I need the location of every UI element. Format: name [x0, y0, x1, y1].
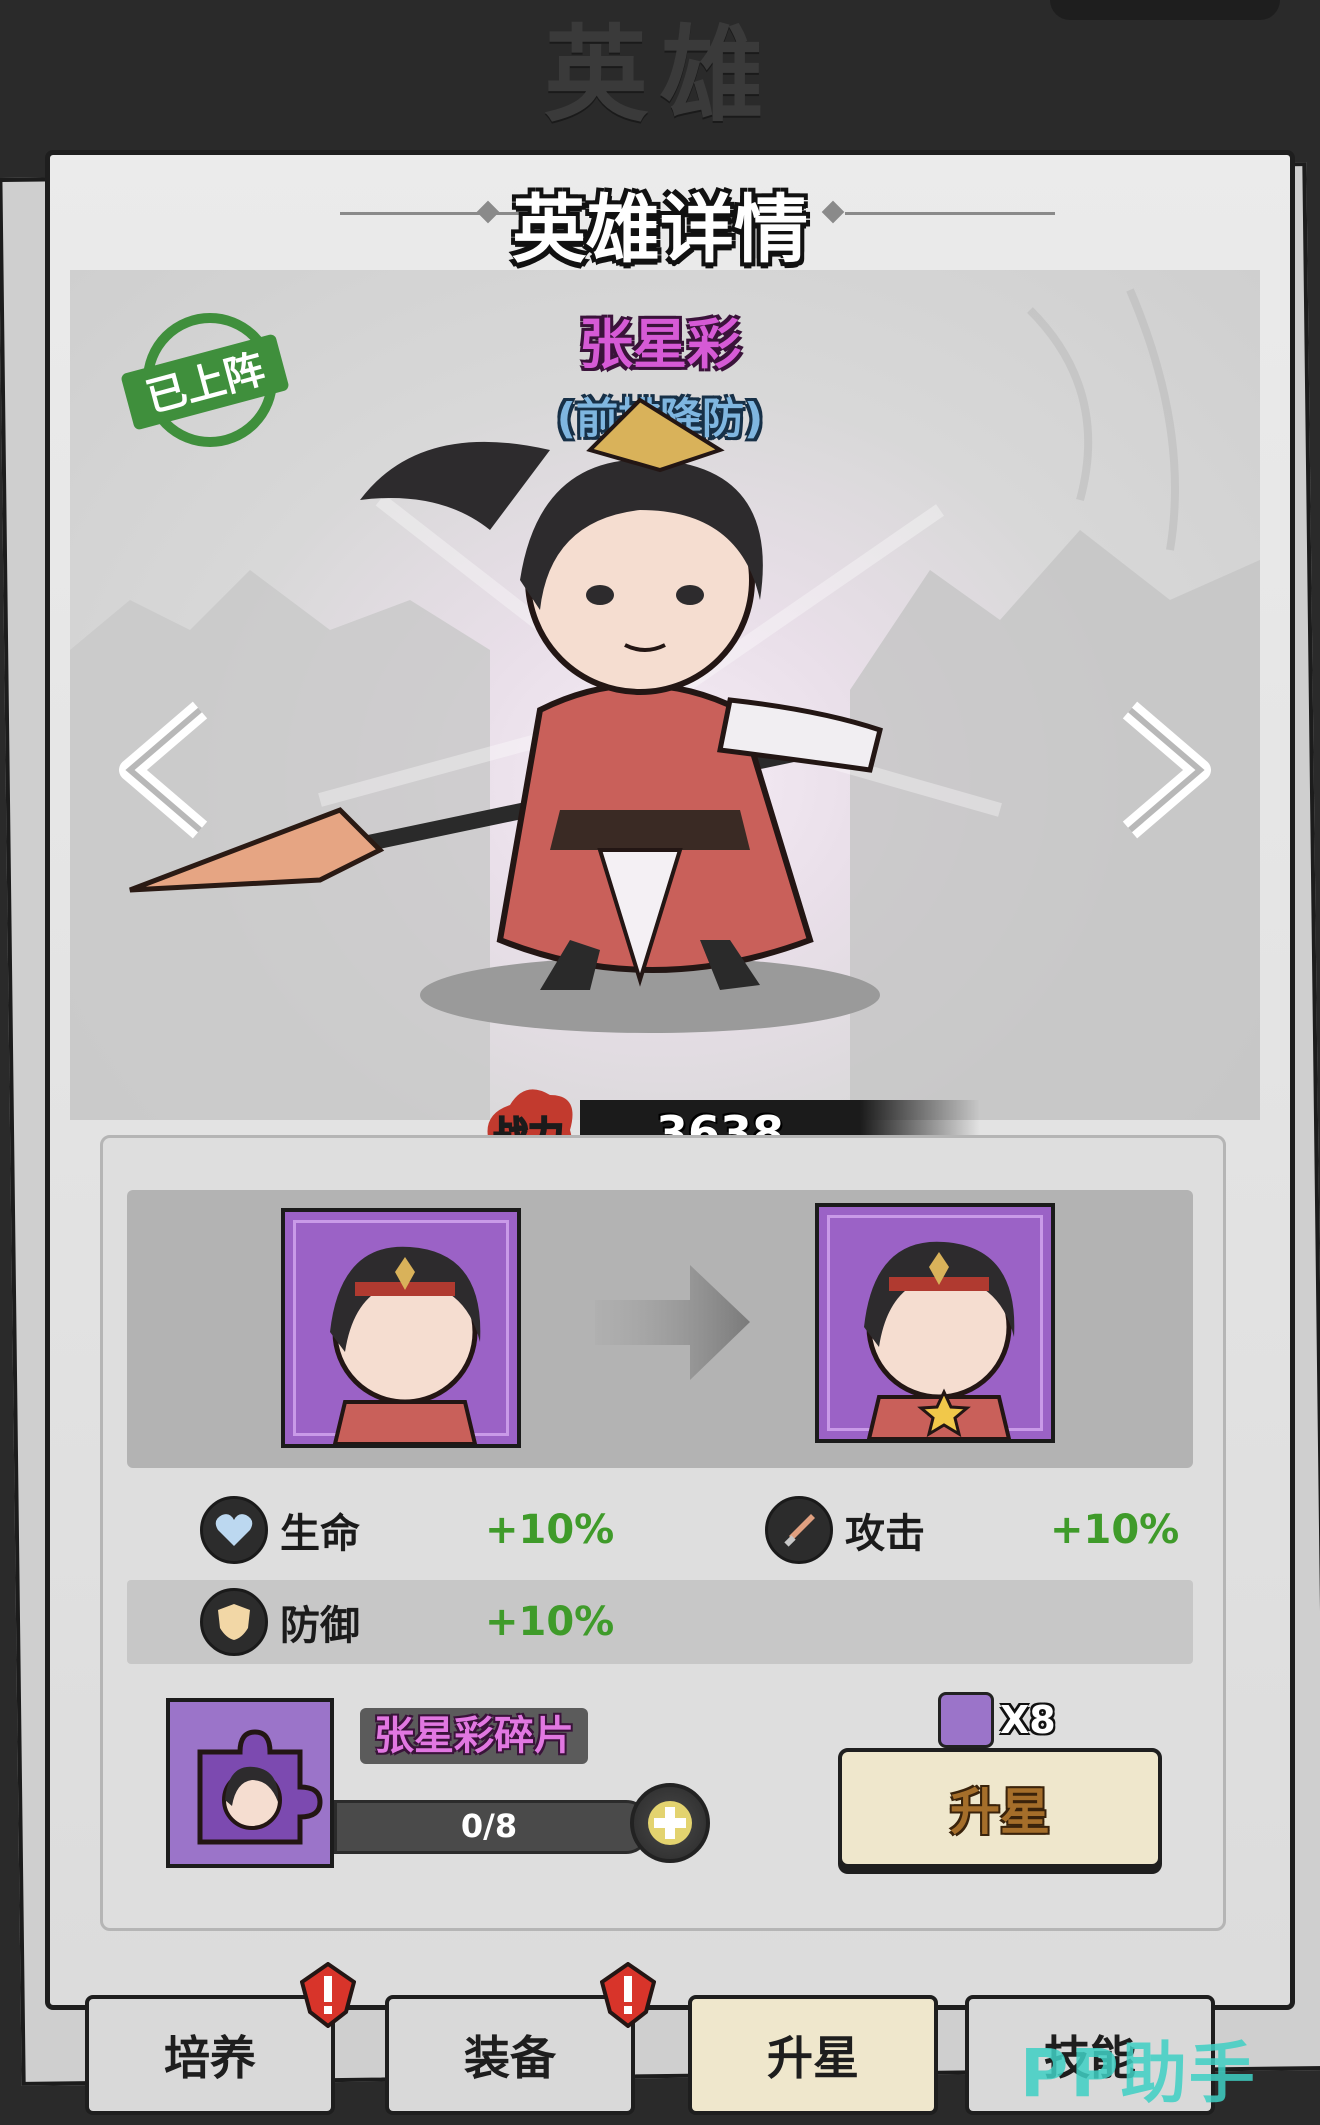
tab-train[interactable]: 培养	[85, 1995, 335, 2115]
tab-train-label: 培养	[164, 2031, 256, 2085]
tab-star-up-label: 升星	[767, 2031, 859, 2085]
shield-icon	[200, 1588, 268, 1656]
hero-name: 张星彩	[579, 313, 741, 376]
stat-defense-label: 防御	[280, 1603, 360, 1649]
tab-equipment[interactable]: 装备	[385, 1995, 635, 2115]
stat-defense-value: +10%	[485, 1599, 615, 1645]
star-up-cost: X8	[938, 1690, 1056, 1750]
tab-equipment-label: 装备	[464, 2031, 556, 2085]
stat-hp: 生命 +10%	[200, 1495, 614, 1565]
train-alert-icon	[300, 1962, 356, 2028]
top-right-menu-pill[interactable]	[1050, 0, 1280, 20]
shard-progress-text: 0/8	[460, 1807, 518, 1845]
stat-defense: 防御 +10%	[200, 1587, 614, 1657]
shard-name: 张星彩碎片	[360, 1708, 588, 1764]
star-up-button[interactable]: 升星	[838, 1748, 1162, 1868]
current-star-portrait	[281, 1208, 521, 1448]
panel-title: 英雄详情	[512, 187, 808, 273]
sword-icon	[765, 1496, 833, 1564]
stat-attack-value: +10%	[1050, 1507, 1180, 1553]
plus-icon	[648, 1801, 692, 1845]
tab-star-up[interactable]: 升星	[688, 1995, 938, 2115]
stat-attack: 攻击 +10%	[765, 1495, 1179, 1565]
shard-mini-icon	[938, 1692, 994, 1748]
heart-icon	[200, 1496, 268, 1564]
hero-character	[129, 397, 1002, 1033]
stat-hp-value: +10%	[485, 1507, 615, 1553]
next-star-portrait	[815, 1203, 1055, 1443]
star-up-cost-text: X8	[1000, 1698, 1056, 1742]
upgrade-arrow-icon	[595, 1265, 750, 1380]
stat-hp-label: 生命	[280, 1511, 360, 1557]
stat-attack-label: 攻击	[845, 1511, 925, 1557]
hero-shard-icon[interactable]	[166, 1698, 334, 1868]
equipment-alert-icon	[600, 1962, 656, 2028]
add-shards-button[interactable]	[630, 1783, 710, 1863]
watermark: PP助手	[1020, 2035, 1257, 2112]
